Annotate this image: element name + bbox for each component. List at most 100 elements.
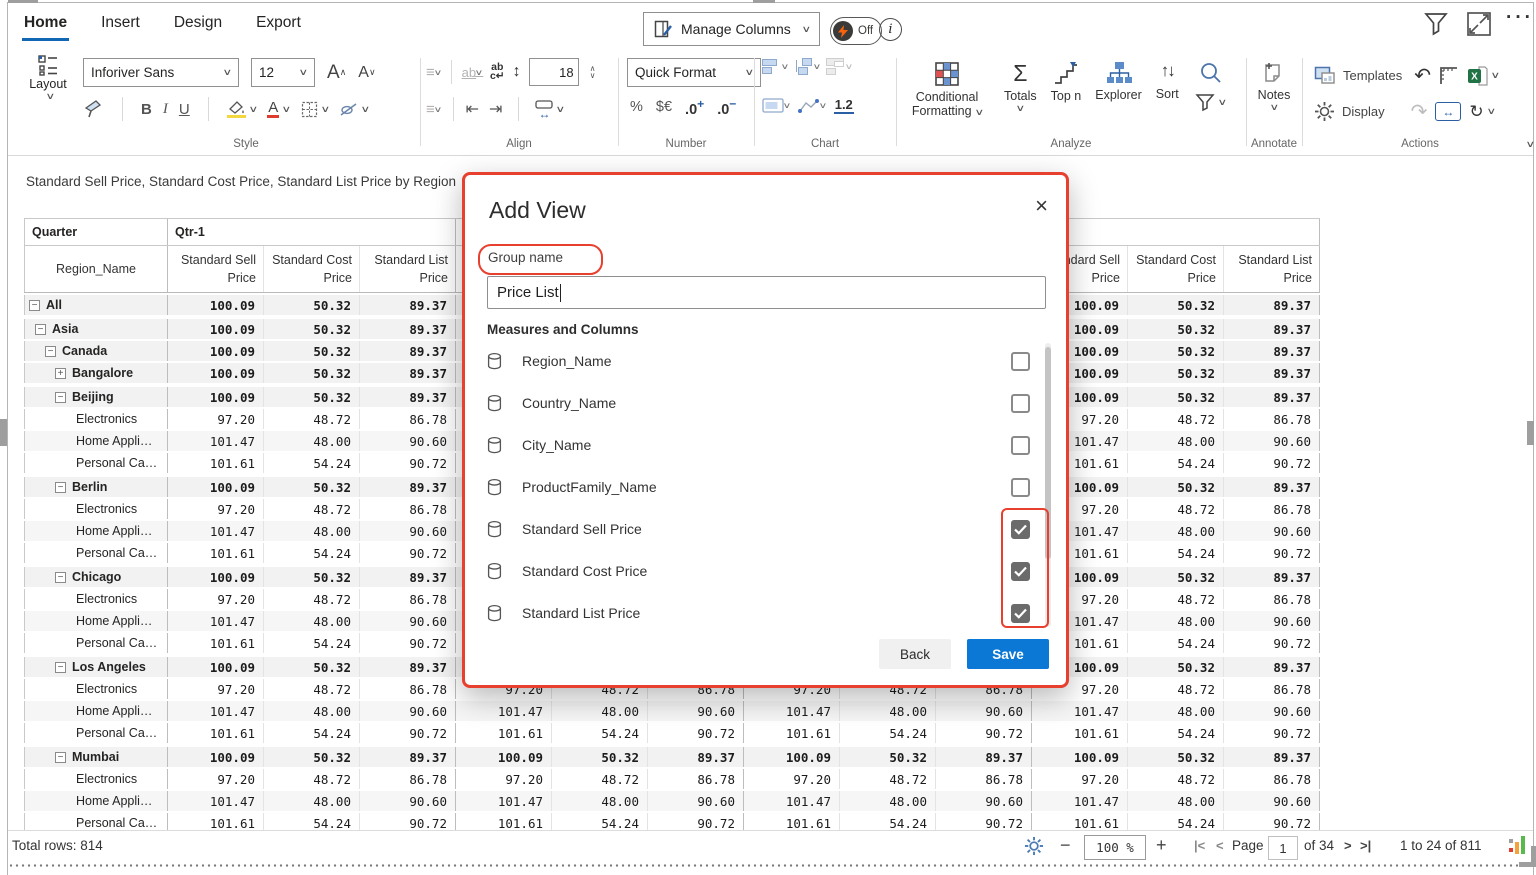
wrap-text-button[interactable]: ab c↵	[490, 63, 505, 81]
value-cell[interactable]: 101.61	[168, 453, 264, 473]
value-cell[interactable]: 97.20	[168, 499, 264, 519]
page-number-input[interactable]: 1	[1268, 836, 1298, 860]
value-cell[interactable]: 48.72	[264, 409, 360, 429]
value-cell[interactable]: 89.37	[1224, 747, 1320, 767]
value-cell[interactable]: 90.72	[936, 723, 1032, 743]
value-cell[interactable]: 100.09	[168, 747, 264, 767]
value-cell[interactable]: 89.37	[360, 341, 456, 361]
last-page-button[interactable]: >|	[1360, 838, 1371, 853]
value-cell[interactable]: 48.72	[840, 769, 936, 789]
value-cell[interactable]: 97.20	[1032, 769, 1128, 789]
measure-header[interactable]: Standard Cost Price	[1128, 246, 1224, 292]
collapse-minus-icon[interactable]: −	[55, 662, 66, 673]
row-label-cell[interactable]: Electronics	[24, 409, 168, 429]
livescale-toggle[interactable]: Off	[830, 17, 882, 45]
value-cell[interactable]: 86.78	[360, 769, 456, 789]
value-cell[interactable]: 90.72	[1224, 633, 1320, 653]
value-cell[interactable]: 90.60	[360, 521, 456, 541]
value-cell[interactable]: 90.72	[360, 543, 456, 563]
value-cell[interactable]: 48.72	[552, 769, 648, 789]
value-cell[interactable]: 100.09	[1032, 747, 1128, 767]
zoom-out-button[interactable]: −	[1060, 835, 1071, 856]
value-cell[interactable]: 101.47	[1032, 791, 1128, 811]
checkbox-unchecked[interactable]	[1011, 352, 1030, 371]
filter-menu-button[interactable]: ∨	[1195, 93, 1226, 112]
row-label-cell[interactable]: −Mumbai	[24, 747, 168, 767]
value-cell[interactable]: 90.72	[1224, 543, 1320, 563]
value-cell[interactable]: 101.61	[456, 723, 552, 743]
value-cell[interactable]: 86.78	[1224, 589, 1320, 609]
checkbox-unchecked[interactable]	[1011, 394, 1030, 413]
row-label-cell[interactable]: Home Appli…	[24, 791, 168, 811]
value-cell[interactable]: 89.37	[1224, 567, 1320, 587]
tab-home[interactable]: Home	[22, 9, 69, 41]
value-cell[interactable]: 100.09	[456, 747, 552, 767]
value-cell[interactable]: 48.00	[840, 701, 936, 721]
value-cell[interactable]: 101.47	[168, 611, 264, 631]
value-cell[interactable]: 89.37	[1224, 363, 1320, 383]
back-button[interactable]: Back	[879, 639, 951, 669]
undo-icon[interactable]: ↶	[1414, 63, 1431, 88]
fill-color-button[interactable]: ∨	[227, 100, 257, 118]
value-cell[interactable]: 90.60	[648, 791, 744, 811]
templates-button[interactable]: Templates	[1314, 66, 1402, 85]
value-cell[interactable]: 50.32	[264, 747, 360, 767]
cell-chart-button[interactable]: ∨	[762, 98, 790, 113]
measure-header[interactable]: Standard List Price	[360, 246, 456, 292]
measure-header[interactable]: Standard Sell Price	[168, 246, 264, 292]
row-label-cell[interactable]: Electronics	[24, 769, 168, 789]
conditional-formatting-button[interactable]: Conditional Formatting∨	[904, 61, 990, 119]
notes-button[interactable]: Notes ∨	[1248, 61, 1300, 113]
fit-width-button[interactable]: ↔	[1435, 102, 1461, 121]
value-cell[interactable]: 90.72	[1224, 453, 1320, 473]
value-cell[interactable]: 90.60	[1224, 431, 1320, 451]
underline-button[interactable]: U	[179, 101, 190, 118]
hierarchy-chart-button[interactable]: ∨	[794, 58, 820, 74]
row-label-cell[interactable]: −Chicago	[24, 567, 168, 587]
row-label-cell[interactable]: −Beijing	[24, 387, 168, 407]
value-cell[interactable]: 48.00	[264, 431, 360, 451]
value-cell[interactable]: 54.24	[1128, 633, 1224, 653]
value-cell[interactable]: 90.60	[1224, 521, 1320, 541]
font-color-button[interactable]: A∨	[267, 100, 290, 118]
value-cell[interactable]: 50.32	[1128, 657, 1224, 677]
totals-button[interactable]: Σ Totals ∨	[1004, 61, 1037, 114]
value-cell[interactable]: 90.60	[360, 701, 456, 721]
value-cell[interactable]: 54.24	[1128, 723, 1224, 743]
group-name-input[interactable]: Price List	[487, 276, 1046, 309]
row-label-cell[interactable]: −Asia	[24, 319, 168, 339]
text-overflow-button[interactable]: ab∨	[462, 65, 482, 80]
quarter-header[interactable]: Qtr-4	[1032, 219, 1320, 245]
value-cell[interactable]: 86.78	[1224, 499, 1320, 519]
value-cell[interactable]: 54.24	[1128, 543, 1224, 563]
value-cell[interactable]: 101.61	[744, 723, 840, 743]
value-cell[interactable]: 89.37	[360, 477, 456, 497]
value-cell[interactable]: 48.00	[552, 701, 648, 721]
value-cell[interactable]: 48.00	[264, 521, 360, 541]
value-cell[interactable]: 101.47	[744, 791, 840, 811]
italic-button[interactable]: I	[163, 101, 168, 118]
value-cell[interactable]: 54.24	[1128, 453, 1224, 473]
value-cell[interactable]: 54.24	[264, 453, 360, 473]
value-cell[interactable]: 89.37	[936, 747, 1032, 767]
decrease-font-button[interactable]: A∨	[358, 64, 375, 82]
horizontal-align-button[interactable]: ≡∨	[426, 101, 441, 118]
value-cell[interactable]: 90.60	[360, 611, 456, 631]
value-cell[interactable]: 50.32	[264, 387, 360, 407]
value-cell[interactable]: 100.09	[744, 747, 840, 767]
value-cell[interactable]: 50.32	[264, 295, 360, 315]
value-cell[interactable]: 50.32	[1128, 747, 1224, 767]
ruler-icon[interactable]	[1439, 66, 1459, 86]
clear-format-button[interactable]: ∨	[339, 102, 369, 117]
prev-page-button[interactable]: <	[1216, 838, 1224, 853]
save-button[interactable]: Save	[967, 639, 1049, 669]
percent-button[interactable]: %	[630, 99, 643, 115]
value-cell[interactable]: 90.72	[648, 723, 744, 743]
checkbox-unchecked[interactable]	[1011, 436, 1030, 455]
row-height-stepper[interactable]: ∧∨	[590, 65, 596, 79]
settings-gear-icon[interactable]	[1024, 836, 1044, 856]
value-cell[interactable]: 89.37	[360, 319, 456, 339]
value-cell[interactable]: 48.72	[1128, 589, 1224, 609]
row-label-cell[interactable]: Personal Ca…	[24, 543, 168, 563]
row-label-cell[interactable]: Personal Ca…	[24, 633, 168, 653]
